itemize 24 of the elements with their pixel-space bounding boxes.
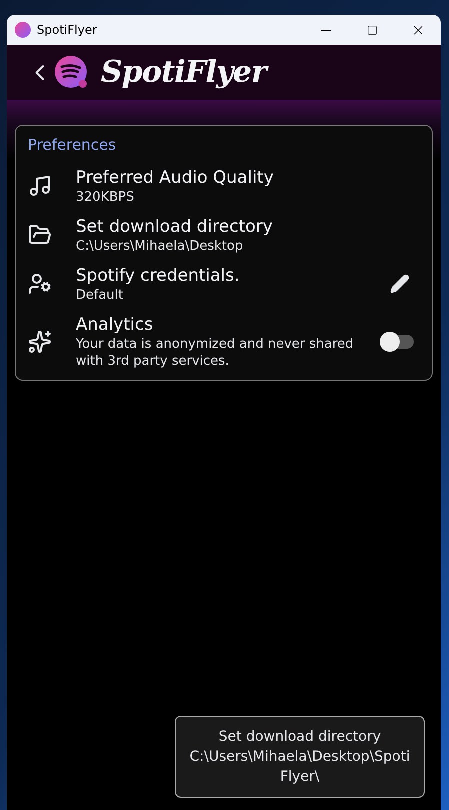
- window-title: SpotiFlyer: [37, 22, 98, 39]
- preference-item[interactable]: Analytics Your data is anonymized and never shared with 3rd party services.: [28, 314, 420, 370]
- logo-text: SpotiFlyer: [101, 50, 266, 95]
- folder-icon: [28, 223, 52, 247]
- toast-title: Set download directory: [218, 728, 382, 747]
- item-subtitle: 320KBPS: [76, 188, 136, 206]
- preference-item[interactable]: Spotify credentials. Default: [28, 264, 420, 304]
- maximize-icon: [366, 24, 378, 36]
- preference-item[interactable]: Set download directory C:\Users\Mihaela\Desktop: [28, 216, 420, 254]
- item-subtitle: C:\Users\Mihaela\Desktop: [76, 238, 244, 254]
- item-title: Preferred Audio Quality: [76, 166, 275, 188]
- logo-icon: [55, 56, 89, 90]
- item-title: Analytics: [76, 314, 154, 336]
- item-title: Set download directory: [76, 216, 274, 238]
- section-title: Preferences: [28, 135, 118, 156]
- user-gear-icon: [28, 272, 52, 296]
- preference-item[interactable]: Preferred Audio Quality 320KBPS: [28, 166, 420, 206]
- item-subtitle: Default: [76, 286, 124, 304]
- music-note-icon: [28, 174, 52, 198]
- item-subtitle: Your data is anonymized and never shared with 3rd party services.: [76, 336, 355, 370]
- app-icon: [15, 22, 31, 38]
- toast-message: C:\Users\Mihaela\Desktop\SpotiFlyer\: [188, 748, 412, 787]
- pencil-icon: [390, 274, 410, 294]
- item-title: Spotify credentials.: [76, 264, 241, 286]
